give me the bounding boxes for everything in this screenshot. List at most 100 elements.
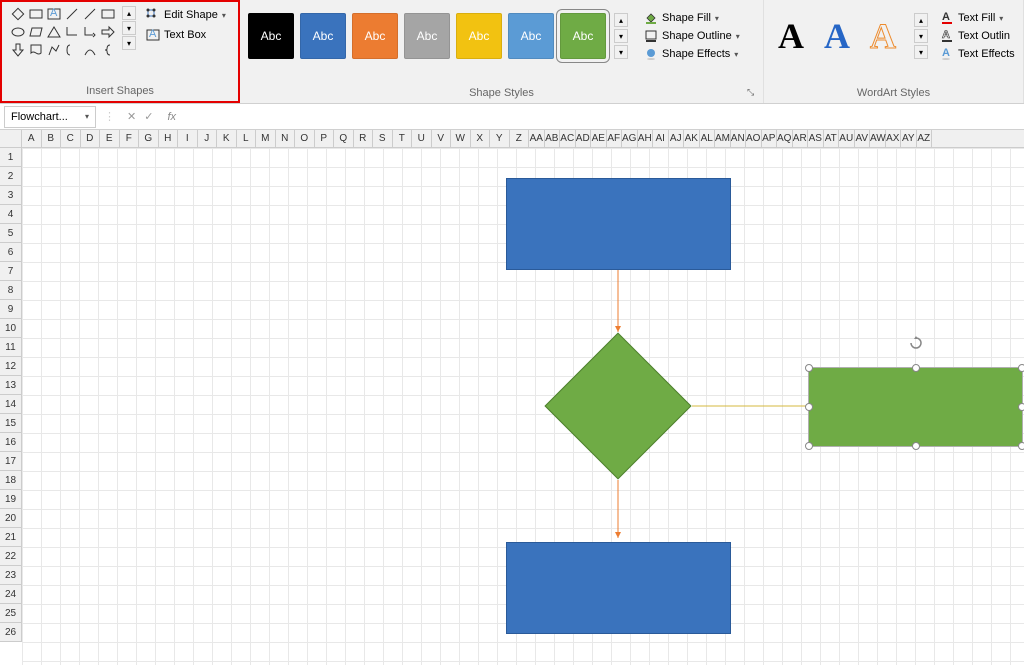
column-header[interactable]: AN <box>731 130 747 147</box>
column-header[interactable]: AY <box>901 130 917 147</box>
row-header[interactable]: 10 <box>0 319 22 338</box>
row-header[interactable]: 3 <box>0 186 22 205</box>
style-swatch-3[interactable]: Abc <box>404 13 450 59</box>
arrow-line-icon[interactable] <box>82 6 98 22</box>
column-header[interactable]: N <box>276 130 296 147</box>
row-header[interactable]: 25 <box>0 604 22 623</box>
column-header[interactable]: C <box>61 130 81 147</box>
column-header[interactable]: M <box>256 130 276 147</box>
row-header[interactable]: 5 <box>0 224 22 243</box>
row-header[interactable]: 24 <box>0 585 22 604</box>
shape-gallery[interactable]: A <box>10 6 116 58</box>
row-header[interactable]: 26 <box>0 623 22 642</box>
row-header[interactable]: 22 <box>0 547 22 566</box>
row-header[interactable]: 16 <box>0 433 22 452</box>
row-header[interactable]: 6 <box>0 243 22 262</box>
bracket-icon[interactable] <box>64 42 80 58</box>
style-swatch-0[interactable]: Abc <box>248 13 294 59</box>
column-header[interactable]: Z <box>510 130 530 147</box>
name-box[interactable]: Flowchart... ▾ <box>4 106 96 128</box>
resize-handle[interactable] <box>912 364 920 372</box>
column-header[interactable]: R <box>354 130 374 147</box>
gallery-more-icon[interactable]: ▾ <box>122 36 136 50</box>
text-effects-button[interactable]: A Text Effects <box>936 45 1019 63</box>
style-swatch-4[interactable]: Abc <box>456 13 502 59</box>
column-header[interactable]: H <box>159 130 179 147</box>
row-header[interactable]: 17 <box>0 452 22 471</box>
document-icon[interactable] <box>28 42 44 58</box>
column-header[interactable]: AU <box>839 130 855 147</box>
row-header[interactable]: 15 <box>0 414 22 433</box>
row-header[interactable]: 19 <box>0 490 22 509</box>
column-header[interactable]: E <box>100 130 120 147</box>
brace-icon[interactable] <box>100 42 116 58</box>
column-header[interactable]: P <box>315 130 335 147</box>
cancel-icon[interactable]: ✕ <box>127 110 136 123</box>
edit-shape-button[interactable]: Edit Shape ▾ <box>142 6 230 24</box>
column-header[interactable]: F <box>120 130 140 147</box>
column-header[interactable]: X <box>471 130 491 147</box>
row-header[interactable]: 12 <box>0 357 22 376</box>
column-header[interactable]: T <box>393 130 413 147</box>
column-header[interactable]: AQ <box>777 130 793 147</box>
column-header[interactable]: V <box>432 130 452 147</box>
shape-effects-button[interactable]: Shape Effects ▾ <box>640 45 744 63</box>
rectangle2-icon[interactable] <box>100 6 116 22</box>
resize-handle[interactable] <box>805 403 813 411</box>
elbow-icon[interactable] <box>64 24 80 40</box>
column-header[interactable]: AI <box>653 130 669 147</box>
freeform-icon[interactable] <box>46 42 62 58</box>
column-header[interactable]: AW <box>870 130 886 147</box>
rotate-handle-icon[interactable] <box>909 336 923 350</box>
column-header[interactable]: AL <box>700 130 716 147</box>
parallelogram-icon[interactable] <box>28 24 44 40</box>
column-header[interactable]: K <box>217 130 237 147</box>
column-header[interactable]: AF <box>607 130 623 147</box>
row-header[interactable]: 4 <box>0 205 22 224</box>
flowchart-process-1[interactable] <box>506 178 731 270</box>
column-header[interactable]: Y <box>490 130 510 147</box>
text-outline-button[interactable]: A Text Outlin <box>936 27 1019 45</box>
column-header[interactable]: AK <box>684 130 700 147</box>
column-header[interactable]: W <box>451 130 471 147</box>
wordart-preset-2[interactable]: A <box>818 15 856 57</box>
shape-outline-button[interactable]: Shape Outline ▾ <box>640 27 744 45</box>
column-header[interactable]: AG <box>622 130 638 147</box>
arc-icon[interactable] <box>82 42 98 58</box>
row-header[interactable]: 11 <box>0 338 22 357</box>
column-header[interactable]: AR <box>793 130 809 147</box>
column-header[interactable]: AJ <box>669 130 685 147</box>
column-header[interactable]: AM <box>715 130 731 147</box>
row-header[interactable]: 9 <box>0 300 22 319</box>
resize-handle[interactable] <box>805 364 813 372</box>
flowchart-process-2[interactable] <box>506 542 731 634</box>
styles-up-icon[interactable]: ▴ <box>614 13 628 27</box>
style-swatch-5[interactable]: Abc <box>508 13 554 59</box>
line-icon[interactable] <box>64 6 80 22</box>
row-header[interactable]: 2 <box>0 167 22 186</box>
flowchart-process-selected[interactable] <box>808 367 1023 447</box>
column-header[interactable]: AS <box>808 130 824 147</box>
column-header[interactable]: S <box>373 130 393 147</box>
wordart-preset-3[interactable]: A <box>864 15 902 57</box>
triangle-icon[interactable] <box>46 24 62 40</box>
column-header[interactable]: AC <box>560 130 576 147</box>
style-swatch-6[interactable]: Abc <box>560 13 606 59</box>
column-header[interactable]: AO <box>746 130 762 147</box>
text-fill-button[interactable]: A Text Fill ▾ <box>936 9 1019 27</box>
row-header[interactable]: 13 <box>0 376 22 395</box>
column-header[interactable]: A <box>22 130 42 147</box>
column-header[interactable]: AE <box>591 130 607 147</box>
wordart-more-icon[interactable]: ▾ <box>914 45 928 59</box>
rectangle-icon[interactable] <box>28 6 44 22</box>
column-header[interactable]: AZ <box>917 130 933 147</box>
text-box-button[interactable]: A Text Box <box>142 26 230 44</box>
wordart-down-icon[interactable]: ▾ <box>914 29 928 43</box>
resize-handle[interactable] <box>805 442 813 450</box>
fx-icon[interactable]: fx <box>161 111 182 123</box>
row-header[interactable]: 7 <box>0 262 22 281</box>
resize-handle[interactable] <box>1018 442 1024 450</box>
styles-more-icon[interactable]: ▾ <box>614 45 628 59</box>
oval-icon[interactable] <box>10 24 26 40</box>
flowchart-decision[interactable] <box>544 332 691 479</box>
